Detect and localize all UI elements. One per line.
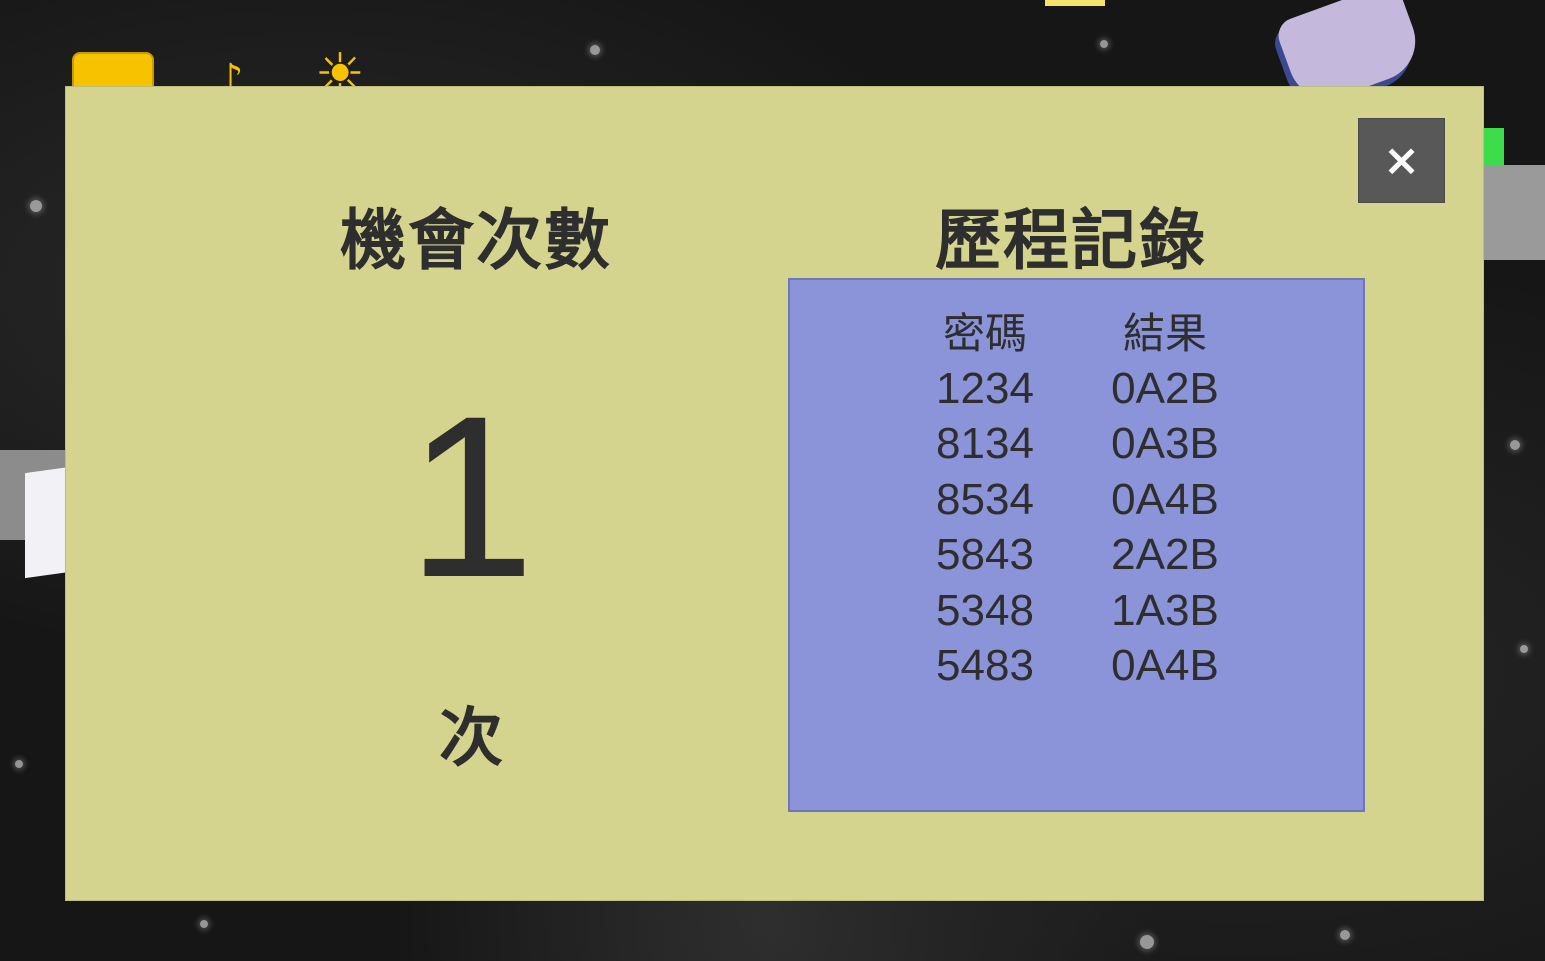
chances-count: 1: [407, 368, 535, 625]
guess-result: 2A2B: [1111, 530, 1219, 580]
star: [1520, 645, 1528, 653]
table-row: 8134 0A3B: [920, 417, 1240, 473]
history-dialog: × 機會次數 1 次 歷程記錄 密碼 結果 1234 0A2B 8134 0A3…: [65, 86, 1484, 901]
star: [590, 45, 600, 55]
star: [1140, 935, 1154, 949]
table-row: 5348 1A3B: [920, 583, 1240, 639]
game-scene: ♪ ☀ × 機會次數 1 次 歷程記錄 密碼 結果 1234 0A2B 8134…: [0, 0, 1545, 961]
close-icon: ×: [1383, 135, 1420, 186]
guess-code: 1234: [936, 363, 1034, 413]
star: [1510, 440, 1520, 450]
star: [1340, 930, 1350, 940]
guess-code: 5483: [936, 641, 1034, 691]
table-row: 5483 0A4B: [920, 639, 1240, 695]
history-table: 密碼 結果 1234 0A2B 8134 0A3B 8534 0A4B 5843…: [920, 300, 1240, 694]
table-row: 5843 2A2B: [920, 528, 1240, 584]
close-button[interactable]: ×: [1358, 118, 1445, 203]
guess-result: 0A4B: [1111, 474, 1219, 524]
guess-result: 0A4B: [1111, 641, 1219, 691]
column-header-result: 結果: [1122, 309, 1207, 358]
star: [15, 760, 23, 768]
guess-code: 8534: [936, 474, 1034, 524]
background-object: [1045, 0, 1105, 6]
table-row: 1234 0A2B: [920, 361, 1240, 417]
column-header-code: 密碼: [942, 309, 1027, 358]
chances-title: 機會次數: [340, 202, 612, 279]
table-row: 8534 0A4B: [920, 472, 1240, 528]
chances-unit: 次: [439, 702, 503, 776]
history-log: 密碼 結果 1234 0A2B 8134 0A3B 8534 0A4B 5843…: [788, 278, 1365, 812]
star: [30, 200, 42, 212]
guess-result: 1A3B: [1111, 585, 1219, 635]
guess-result: 0A3B: [1111, 419, 1219, 469]
history-header-row: 密碼 結果: [920, 300, 1240, 361]
guess-code: 5348: [936, 585, 1034, 635]
guess-code: 8134: [936, 419, 1034, 469]
star: [1100, 40, 1108, 48]
guess-code: 5843: [936, 530, 1034, 580]
history-title: 歷程記錄: [935, 202, 1207, 279]
star: [200, 920, 208, 928]
guess-result: 0A2B: [1111, 363, 1219, 413]
background-block: [25, 466, 70, 579]
